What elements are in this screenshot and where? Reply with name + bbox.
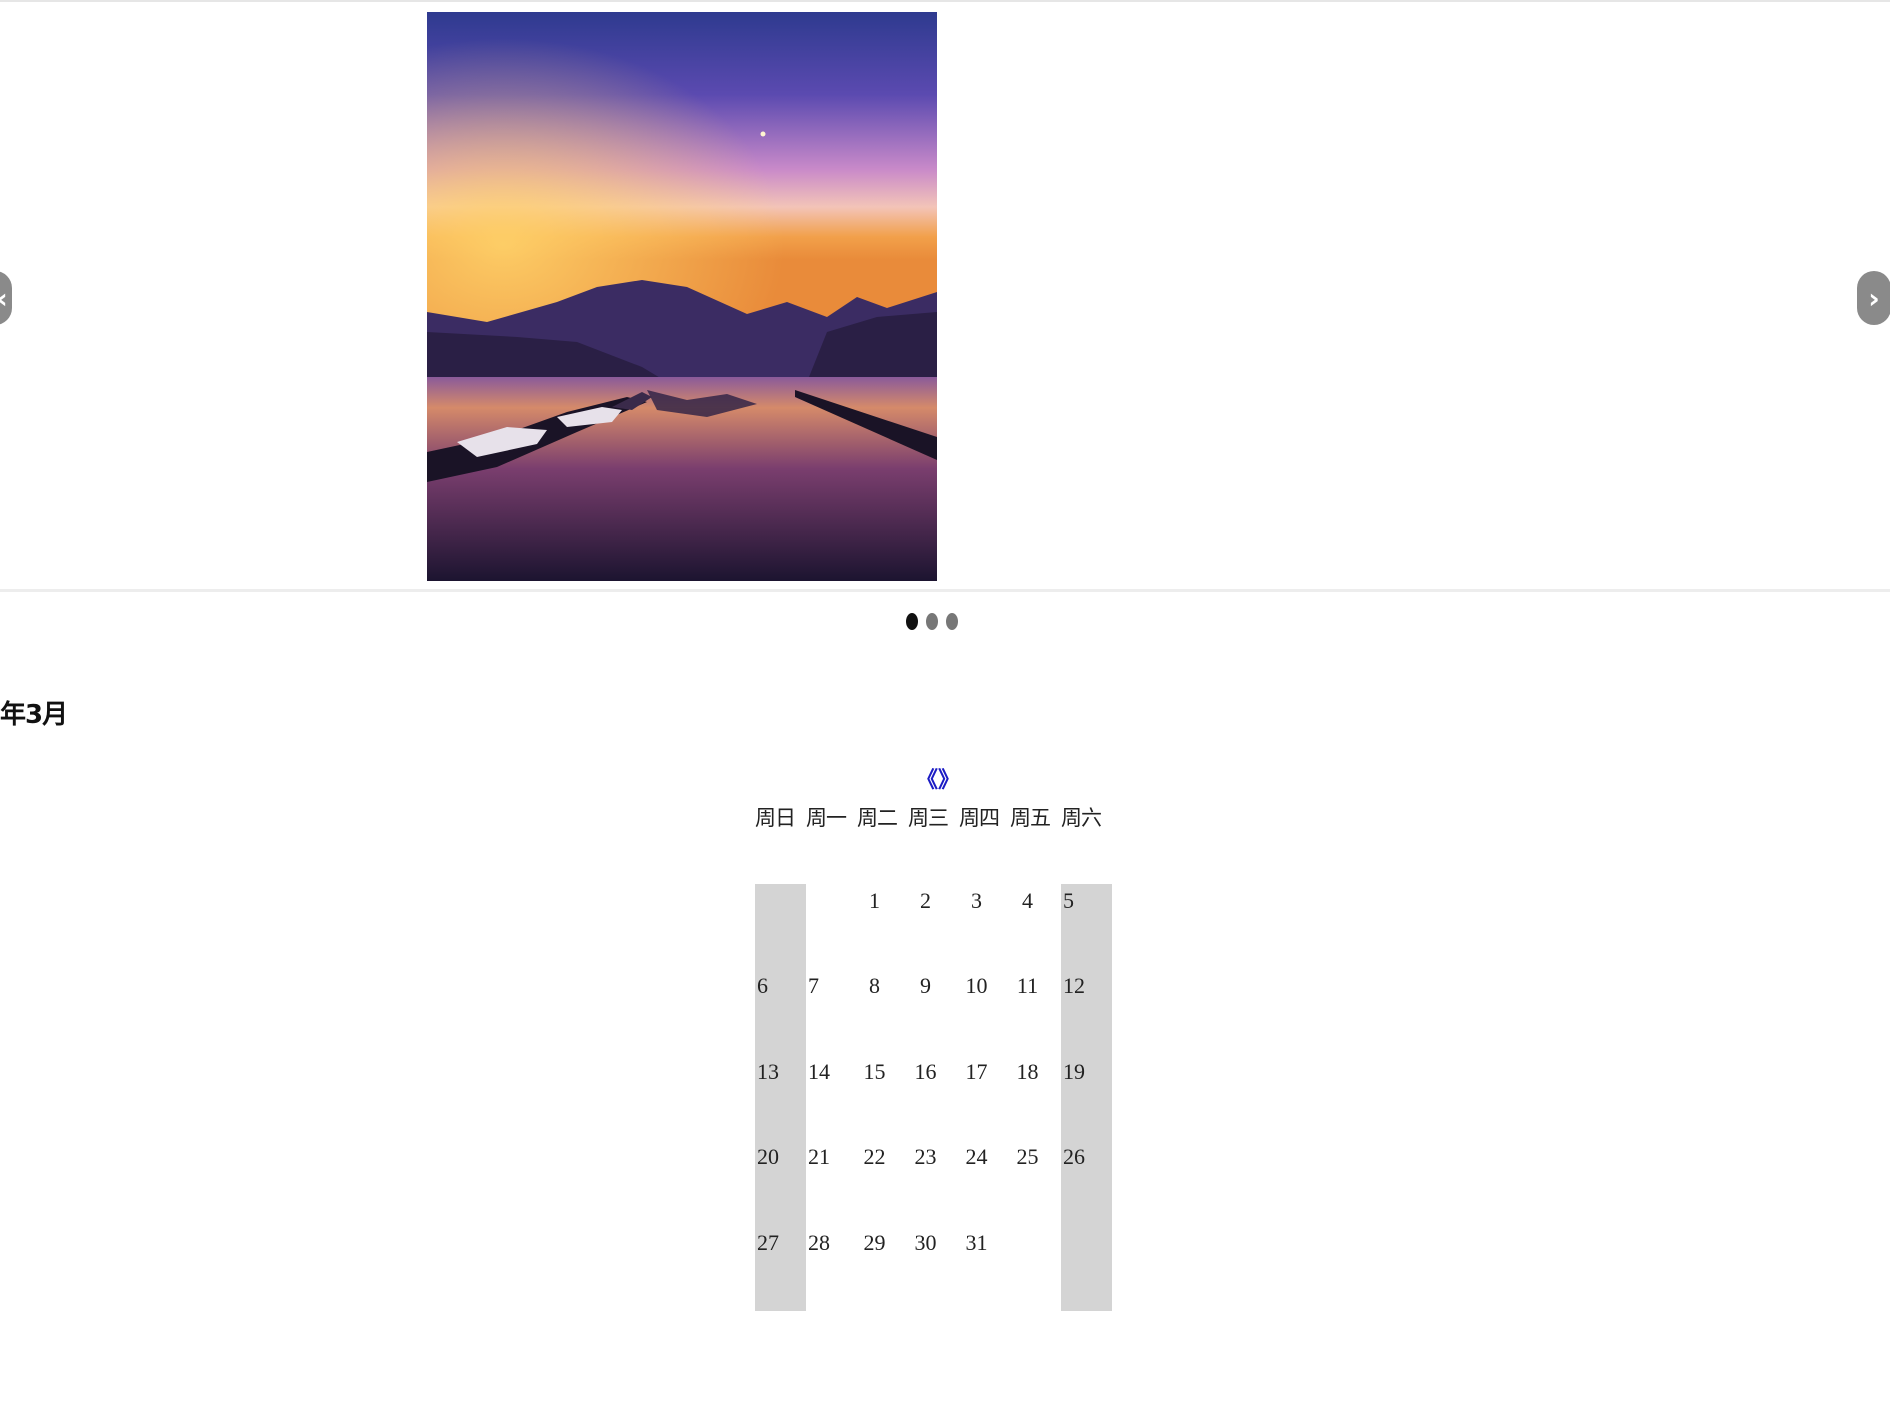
calendar-day-cell[interactable]: 6 (755, 969, 806, 1054)
calendar-day-cell[interactable]: 13 (755, 1055, 806, 1140)
lake-sunset-photo (427, 12, 937, 581)
calendar-day-cell[interactable]: 27 (755, 1226, 806, 1311)
carousel-divider (0, 589, 1890, 592)
calendar-day-cell[interactable]: 23 (908, 1140, 959, 1225)
calendar-day-cell[interactable]: 7 (806, 969, 857, 1054)
calendar-grid: 1 2 3 4 5 6 7 8 9 10 11 12 13 14 15 16 1… (755, 884, 1112, 1311)
weekday-label: 周六 (1061, 806, 1102, 830)
carousel-dot-1[interactable] (906, 613, 918, 630)
calendar-day-cell[interactable]: 3 (959, 884, 1010, 969)
weekday-label: 周五 (1010, 806, 1051, 830)
calendar-weekday-header: 周日 周一 周二 周三 周四 周五 周六 (755, 802, 1112, 832)
weekday-label: 周二 (857, 806, 898, 830)
carousel-dot-2[interactable] (926, 613, 938, 630)
carousel-dot-3[interactable] (946, 613, 958, 630)
calendar-day-cell[interactable]: 4 (1010, 884, 1061, 969)
calendar-day-cell[interactable]: 24 (959, 1140, 1010, 1225)
calendar-day-cell[interactable]: 25 (1010, 1140, 1061, 1225)
calendar-day-cell (1061, 1226, 1112, 1311)
weekday-label: 周三 (908, 806, 949, 830)
calendar-day-cell[interactable]: 10 (959, 969, 1010, 1054)
calendar-day-cell[interactable]: 30 (908, 1226, 959, 1311)
calendar-day-cell[interactable]: 16 (908, 1055, 959, 1140)
weekday-label: 周一 (806, 806, 847, 830)
calendar-day-cell[interactable]: 9 (908, 969, 959, 1054)
calendar-day-cell[interactable]: 17 (959, 1055, 1010, 1140)
calendar-day-cell[interactable]: 14 (806, 1055, 857, 1140)
calendar-day-cell[interactable]: 31 (959, 1226, 1010, 1311)
calendar-day-cell[interactable]: 18 (1010, 1055, 1061, 1140)
weekday-label: 周四 (959, 806, 1000, 830)
carousel-next-button[interactable]: › (1857, 271, 1890, 325)
calendar-day-cell[interactable]: 2 (908, 884, 959, 969)
calendar-day-cell[interactable]: 1 (857, 884, 908, 969)
calendar-week-row: 20 21 22 23 24 25 26 (755, 1140, 1112, 1225)
calendar-day-cell[interactable]: 22 (857, 1140, 908, 1225)
chevron-left-icon: ‹ (0, 282, 8, 315)
carousel-indicators (906, 613, 958, 633)
calendar-month-title: 年3月 (0, 700, 68, 730)
calendar-day-cell (806, 884, 857, 969)
calendar-day-cell[interactable]: 28 (806, 1226, 857, 1311)
weekday-label: 周日 (755, 806, 796, 830)
carousel-slide-image (427, 12, 937, 581)
calendar-day-cell[interactable]: 29 (857, 1226, 908, 1311)
calendar-day-cell[interactable]: 15 (857, 1055, 908, 1140)
calendar-next-month-button[interactable]: 》 (938, 762, 960, 794)
carousel-prev-button[interactable]: ‹ (0, 271, 12, 325)
calendar-week-row: 1 2 3 4 5 (755, 884, 1112, 969)
calendar-week-row: 13 14 15 16 17 18 19 (755, 1055, 1112, 1140)
calendar-day-cell[interactable]: 8 (857, 969, 908, 1054)
calendar-day-cell[interactable]: 19 (1061, 1055, 1112, 1140)
calendar-day-cell[interactable]: 11 (1010, 969, 1061, 1054)
chevron-right-icon: › (1868, 281, 1880, 315)
calendar-day-cell[interactable]: 12 (1061, 969, 1112, 1054)
calendar-day-cell[interactable]: 26 (1061, 1140, 1112, 1225)
calendar-prev-month-button[interactable]: 《 (916, 762, 938, 794)
calendar-nav: 《 》 (916, 762, 960, 794)
calendar-week-row: 27 28 29 30 31 (755, 1226, 1112, 1311)
image-carousel: ‹ › (0, 2, 1890, 589)
calendar-day-cell[interactable]: 5 (1061, 884, 1112, 969)
calendar-day-cell (1010, 1226, 1061, 1311)
calendar-day-cell[interactable]: 20 (755, 1140, 806, 1225)
calendar-day-cell[interactable]: 21 (806, 1140, 857, 1225)
calendar-day-cell (755, 884, 806, 969)
calendar-week-row: 6 7 8 9 10 11 12 (755, 969, 1112, 1054)
